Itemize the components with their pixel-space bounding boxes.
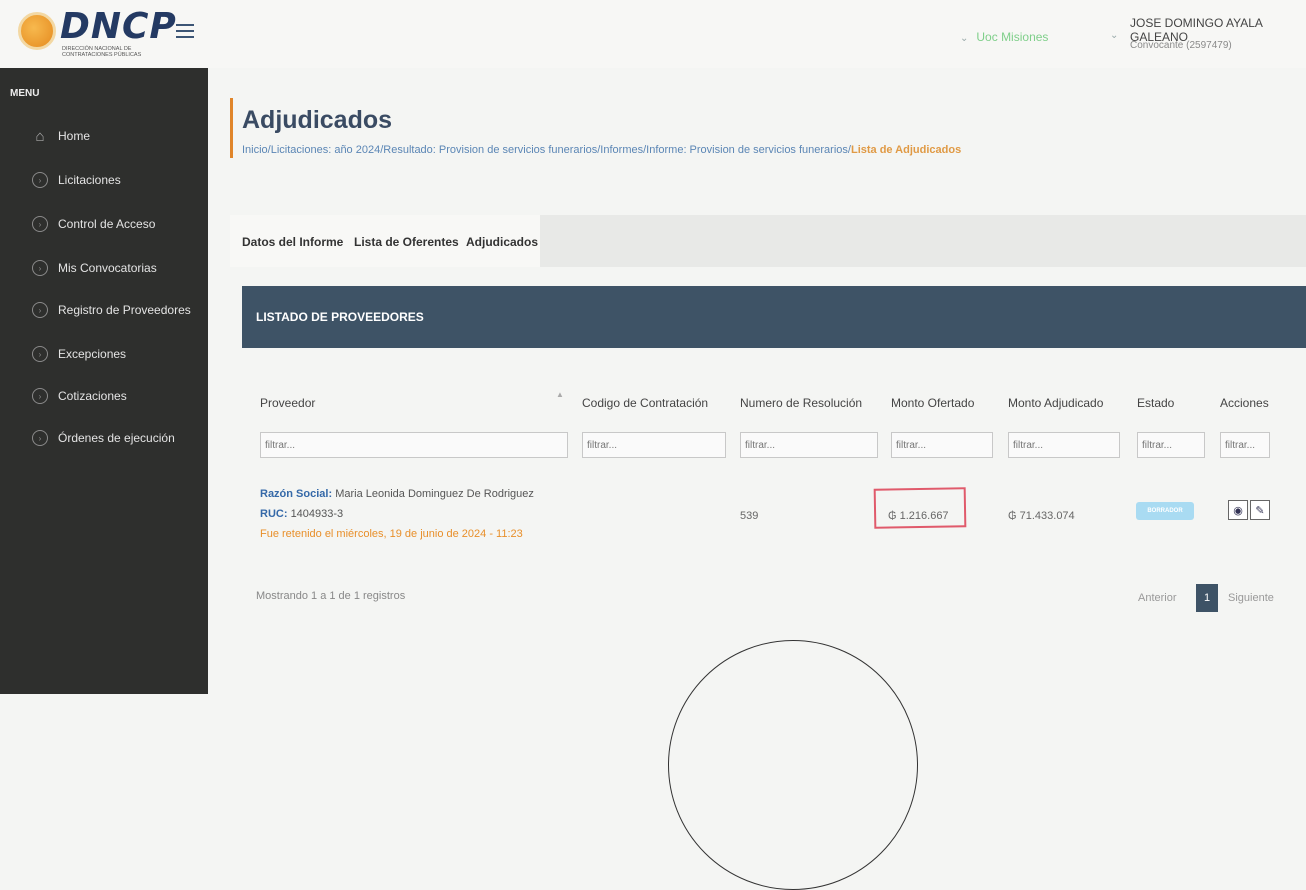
records-info: Mostrando 1 a 1 de 1 registros [256,590,406,602]
highlight-annotation [873,487,967,529]
filter-monto-adjudicado-input[interactable] [1008,432,1120,458]
column-header-monto-adjudicado[interactable]: Monto Adjudicado [1008,396,1103,410]
panel-title: LISTADO DE PROVEEDORES [256,310,424,324]
tab-lista-oferentes[interactable]: Lista de Oferentes [354,235,459,249]
logo-subtitle: DIRECCIÓN NACIONAL DE CONTRATACIONES PÚB… [62,46,142,58]
dncp-logo[interactable]: DNCP DIRECCIÓN NACIONAL DE CONTRATACIONE… [18,6,176,58]
sidebar-item-label: Órdenes de ejecución [58,431,175,445]
chevron-circle-icon: › [32,172,48,188]
tab-datos-informe[interactable]: Datos del Informe [242,235,343,249]
top-bar: DNCP DIRECCIÓN NACIONAL DE CONTRATACIONE… [0,0,1306,68]
chevron-circle-icon: › [32,430,48,446]
location-selector[interactable]: ⌄ Uoc Misiones [960,30,1048,44]
tabs-bar: Datos del Informe Lista de Oferentes Adj… [230,215,1306,267]
sidebar: MENU ⌂ Home › Licitaciones › Control de Acc… [0,68,208,694]
page-title: Adjudicados [242,106,393,134]
location-label: Uoc Misiones [976,30,1049,44]
stamp-circle [668,640,918,890]
pagination-prev[interactable]: Anterior [1138,592,1177,604]
cell-monto-adjudicado: ₲ 71.433.074 [1008,510,1075,522]
razon-social-value: Maria Leonida Dominguez De Rodriguez [335,488,534,500]
chevron-circle-icon: › [32,346,48,362]
breadcrumb-current: Lista de Adjudicados [850,144,962,156]
sidebar-item-mis-convocatorias[interactable]: › Mis Convocatorias [32,254,202,282]
sidebar-item-home[interactable]: ⌂ Home [32,122,202,150]
sidebar-item-excepciones[interactable]: › Excepciones [32,340,202,368]
filter-monto-ofertado-input[interactable] [891,432,993,458]
user-role: Convocante (2597479) [1130,40,1232,51]
breadcrumb-path[interactable]: Inicio/Licitaciones: año 2024/Resultado:… [242,144,851,156]
sort-icon[interactable]: ▲ [556,390,564,399]
eye-icon: ◉ [1233,504,1243,517]
title-accent-bar [230,98,233,158]
menu-title: MENU [10,88,40,99]
panel-header: LISTADO DE PROVEEDORES [242,286,1306,348]
ruc-value: 1404933-3 [290,508,344,520]
pagination-next[interactable]: Siguiente [1228,592,1274,604]
sidebar-item-label: Licitaciones [58,173,121,187]
chevron-circle-icon: › [32,388,48,404]
row-razon-social: Razón Social: Maria Leonida Dominguez De… [260,488,534,500]
chevron-circle-icon: › [32,302,48,318]
pagination-page-1[interactable]: 1 [1196,584,1218,612]
filter-codigo-input[interactable] [582,432,726,458]
status-badge: BORRADOR [1136,502,1194,520]
edit-button[interactable]: ✎ [1250,500,1270,520]
column-header-estado[interactable]: Estado [1137,396,1174,410]
column-header-codigo[interactable]: Codigo de Contratación [582,396,708,410]
view-details-button[interactable]: ◉ [1228,500,1248,520]
column-header-resolucion[interactable]: Numero de Resolución [740,396,862,410]
chevron-circle-icon: › [32,216,48,232]
chevron-circle-icon: › [32,260,48,276]
filter-resolucion-input[interactable] [740,432,878,458]
logo-text: DNCP [60,6,177,47]
sidebar-item-label: Excepciones [58,347,127,361]
filter-proveedor-input[interactable] [260,432,568,458]
user-chevron-down-icon[interactable]: ⌄ [1110,30,1118,41]
filter-acciones-input[interactable] [1220,432,1270,458]
sidebar-item-label: Home [58,129,91,143]
column-header-acciones[interactable]: Acciones [1220,396,1269,410]
logo-emblem-icon [18,12,56,50]
menu-toggle-icon[interactable] [176,24,194,38]
sidebar-item-label: Registro de Proveedores [58,303,191,317]
sidebar-item-label: Control de Acceso [58,217,156,231]
retenido-note: Fue retenido el miércoles, 19 de junio d… [260,528,523,540]
main-content: Adjudicados Inicio/Licitaciones: año 202… [208,68,1306,890]
sidebar-item-control-acceso[interactable]: › Control de Acceso [32,210,202,238]
sidebar-item-label: Cotizaciones [58,389,127,403]
column-header-monto-ofertado[interactable]: Monto Ofertado [891,396,974,410]
row-ruc: RUC: 1404933-3 [260,508,343,520]
sidebar-item-registro-proveedores[interactable]: › Registro de Proveedores [32,296,202,324]
ruc-label: RUC: [260,508,288,520]
sidebar-item-cotizaciones[interactable]: › Cotizaciones [32,382,202,410]
cell-resolucion: 539 [740,510,759,522]
breadcrumb: Inicio/Licitaciones: año 2024/Resultado:… [242,144,961,156]
filter-estado-input[interactable] [1137,432,1205,458]
home-icon: ⌂ [35,127,45,145]
column-header-proveedor[interactable]: Proveedor [260,396,315,410]
edit-icon: ✎ [1255,504,1265,517]
sidebar-item-label: Mis Convocatorias [58,261,157,275]
razon-social-label: Razón Social: [260,488,333,500]
sidebar-item-licitaciones[interactable]: › Licitaciones [32,166,202,194]
chevron-down-icon: ⌄ [960,33,969,44]
sidebar-item-ordenes-ejecucion[interactable]: › Órdenes de ejecución [32,424,202,452]
tab-adjudicados[interactable]: Adjudicados [466,235,538,249]
